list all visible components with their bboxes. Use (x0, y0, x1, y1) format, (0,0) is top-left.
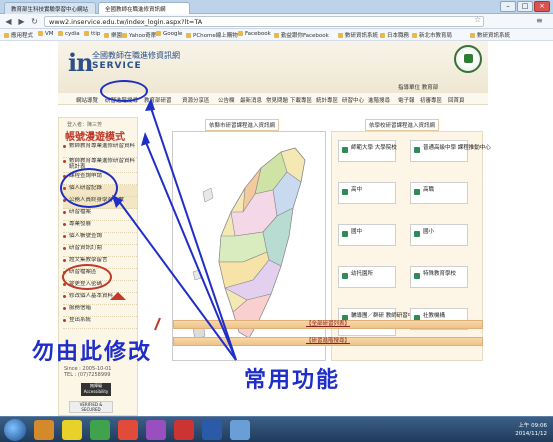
nav-item[interactable]: 回首頁 (448, 96, 465, 104)
region-tab-label: 依學校研習課程進入資訊網 (365, 119, 440, 131)
map-tab-label: 依縣市研習課程進入資訊網 (205, 119, 280, 131)
system-clock[interactable]: 上午 09:06 2014/11/12 (515, 422, 547, 438)
taskbar: 上午 09:06 2014/11/12 (0, 416, 553, 442)
bookmark-item[interactable]: Yahoo奇摩 (122, 31, 156, 39)
bookmark-item[interactable]: cydia (58, 31, 80, 37)
all-courses-bar[interactable]: 【全部研習列表】 (173, 320, 483, 329)
annotation-circle-password (62, 264, 112, 290)
bookmark-item[interactable]: 新北市教育局 (412, 31, 452, 39)
region-button[interactable]: 高中 (338, 182, 396, 204)
sidebar-item[interactable]: 研習資訊訂閱 (63, 245, 137, 257)
region-button[interactable]: 特殊教育學校 (410, 266, 468, 288)
bookmark-item[interactable]: 數研資訊系統 (470, 31, 510, 39)
tab-label: 教育部生科技實驗學習中心網站 (11, 7, 89, 13)
nav-item[interactable]: 初審專區 (420, 96, 442, 104)
nav-item[interactable]: 研習中心 (342, 96, 364, 104)
tab-label: 全國教師在職進修資訊網 (105, 7, 166, 13)
bookmark-item[interactable]: ttip (84, 31, 100, 37)
bookmark-item[interactable]: Facebook (238, 31, 271, 37)
reload-icon[interactable]: ↻ (29, 16, 40, 27)
sidebar-item[interactable]: 個人帳號查詢 (63, 233, 137, 245)
chrome-icon[interactable] (118, 420, 138, 440)
sidebar-item[interactable]: 數師教育專業進修研習資料 (63, 143, 137, 158)
explorer-icon[interactable] (34, 420, 54, 440)
region-button[interactable]: 國小 (410, 224, 468, 246)
site-subtitle: SERVICE (92, 61, 142, 71)
region-button[interactable]: 普通高級中學 課程推動中心 (410, 140, 491, 162)
ministry-seal-icon (454, 45, 482, 73)
address-bar: ◀ ▶ ↻ www2.inservice.edu.tw/index_login.… (0, 14, 553, 29)
all-courses-link[interactable]: 【全部研習列表】 (306, 321, 350, 327)
menu-icon[interactable]: ≡ (536, 16, 543, 25)
nav-item[interactable]: 電子報 (398, 96, 415, 104)
bookmark-star-icon[interactable]: ☆ (474, 15, 481, 24)
site-logo[interactable]: in (68, 48, 94, 77)
folder-icon[interactable] (62, 420, 82, 440)
clock-time: 上午 09:06 (518, 423, 547, 429)
minimize-button[interactable]: – (500, 1, 516, 12)
clock-date: 2014/11/12 (515, 431, 547, 437)
region-button[interactable]: 幼托園所 (338, 266, 396, 288)
sidebar-item[interactable]: 服務信箱 (63, 305, 137, 317)
nav-item[interactable]: 下載專區 (290, 96, 312, 104)
sidebar-item[interactable]: 專業發展 (63, 221, 137, 233)
sidebar-item-logout[interactable]: 登出系統 (63, 317, 137, 329)
stat-line: TEL : (07)7258999 (64, 372, 111, 378)
word-icon[interactable] (202, 420, 222, 440)
back-icon[interactable]: ◀ (3, 16, 14, 27)
site-title: 全國教師在職進修資訊網 (92, 51, 180, 60)
app-icon[interactable] (174, 420, 194, 440)
region-button[interactable]: 高職 (410, 182, 468, 204)
bookmark-item[interactable]: 應用程式 (4, 31, 33, 39)
annotation-circle-nav (100, 80, 148, 102)
nav-item[interactable]: 教育部研習 (144, 96, 172, 104)
bookmark-item[interactable]: 數研資訊系統 (338, 31, 378, 39)
url-input[interactable]: www2.inservice.edu.tw/index_login.aspx?l… (44, 16, 484, 27)
nav-item[interactable]: 統計專區 (316, 96, 338, 104)
annotation-common-functions: 常用功能 (244, 368, 341, 393)
login-user: 登入者：陳三芳 (67, 122, 103, 128)
verified-badge[interactable]: VERIFIED & SECURED (69, 401, 113, 413)
maximize-button[interactable]: □ (517, 1, 533, 12)
bookmarks-bar: 應用程式 VM cydia ttip 樂園 Yahoo奇摩 Google PCh… (0, 29, 553, 41)
region-button[interactable]: 國中 (338, 224, 396, 246)
start-button-icon[interactable] (4, 419, 26, 441)
nav-item[interactable]: 公告欄 (218, 96, 235, 104)
app-icon[interactable] (146, 420, 166, 440)
nav-item[interactable]: 資源分享區 (182, 96, 210, 104)
annotation-circle-records (60, 168, 118, 208)
bookmark-item[interactable]: 日本職務 (380, 31, 409, 39)
media-icon[interactable] (90, 420, 110, 440)
bookmark-item[interactable]: VM (38, 31, 54, 37)
nav-item[interactable]: 進階搜尋 (368, 96, 390, 104)
close-button[interactable]: × (534, 1, 550, 12)
sidebar-item[interactable]: 研習檔案 (63, 209, 137, 221)
site-stats: Since : 2005-10-01 TEL : (07)7258999 (64, 366, 111, 378)
header-links[interactable]: 指導單位 教育部 (398, 83, 438, 91)
nav-item[interactable]: 最新消息 (240, 96, 262, 104)
nav-item[interactable]: 網站導覽 (76, 96, 98, 104)
advanced-search-link[interactable]: 【研習進階搜尋】 (306, 338, 350, 344)
accessibility-badge[interactable]: 無障礙 Accessibility (81, 383, 111, 396)
advanced-search-bar[interactable]: 【研習進階搜尋】 (173, 337, 483, 346)
browser-tab-0[interactable]: 教育部生科技實驗學習中心網站 (4, 2, 96, 14)
region-button[interactable]: 師範大學 大學院校 (338, 140, 397, 162)
bookmark-item[interactable]: 勤益跟你Facebook (274, 31, 329, 39)
annotation-do-not-modify: 勿由此修改 (32, 340, 153, 365)
sidebar-heading: 帳號漫遊模式 (65, 132, 125, 143)
forward-icon[interactable]: ▶ (16, 16, 27, 27)
nav-item[interactable]: 常見問題 (266, 96, 288, 104)
browser-tab-1[interactable]: 全國教師在職進修資訊網 (98, 2, 190, 14)
bookmark-item[interactable]: 樂園 (104, 31, 122, 39)
bookmark-item[interactable]: Google (156, 31, 182, 37)
app-icon[interactable] (230, 420, 250, 440)
sidebar-item-edit-profile[interactable]: 修改個人基本資料 (63, 293, 137, 305)
browser-titlebar: 教育部生科技實驗學習中心網站 全國教師在職進修資訊網 – □ × (0, 0, 553, 14)
bookmark-item[interactable]: PChome線上購物 (186, 31, 238, 39)
